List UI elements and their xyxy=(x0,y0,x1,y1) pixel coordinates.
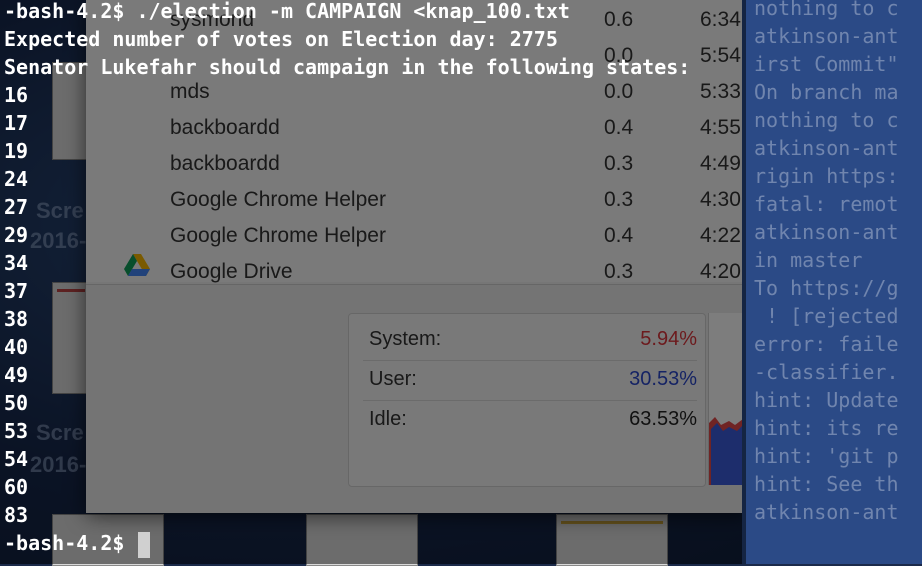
terminal-line: Expected number of votes on Election day… xyxy=(4,27,558,51)
terminal-line: -classifier. xyxy=(754,360,899,384)
terminal-line: 24 xyxy=(4,167,29,191)
terminal-line: 29 xyxy=(4,223,29,247)
terminal-line: atkinson-ant xyxy=(754,24,899,48)
terminal-line: -bash-4.2$ ./election -m CAMPAIGN <knap_… xyxy=(4,0,570,23)
terminal-line: 27 xyxy=(4,195,29,219)
window-divider xyxy=(742,0,746,564)
terminal-line: ! [rejected xyxy=(754,304,899,328)
terminal-window[interactable]: -bash-4.2$ ./election -m CAMPAIGN <knap_… xyxy=(0,0,742,564)
terminal-line: 40 xyxy=(4,335,29,359)
terminal-line: hint: its re xyxy=(754,416,899,440)
terminal-line: To https://g xyxy=(754,276,899,300)
terminal-line: hint: Update xyxy=(754,388,899,412)
terminal-line: atkinson-ant xyxy=(754,500,899,524)
terminal-line: 19 xyxy=(4,139,29,163)
terminal-line: nothing to c xyxy=(754,108,899,132)
terminal-line: atkinson-ant xyxy=(754,220,899,244)
terminal-line: 50 xyxy=(4,391,29,415)
terminal-prompt-line[interactable]: -bash-4.2$ xyxy=(4,529,151,558)
terminal-line: in master xyxy=(754,248,863,272)
terminal-line: rigin https: xyxy=(754,164,899,188)
terminal-line: On branch ma xyxy=(754,80,899,104)
terminal-line: error: faile xyxy=(754,332,899,356)
terminal-line: 38 xyxy=(4,307,29,331)
terminal-line: 83 xyxy=(4,503,29,527)
terminal-line: 53 xyxy=(4,419,29,443)
terminal-line: 49 xyxy=(4,363,29,387)
terminal-prompt: -bash-4.2$ xyxy=(4,531,137,555)
terminal-line: hint: 'git p xyxy=(754,444,899,468)
terminal-line: Senator Lukefahr should campaign in the … xyxy=(4,55,691,79)
secondary-terminal-window[interactable]: nothing to c atkinson-ant irst Commit" O… xyxy=(742,0,922,564)
terminal-line: irst Commit" xyxy=(754,52,899,76)
terminal-line: 34 xyxy=(4,251,29,275)
terminal-line: nothing to c xyxy=(754,0,899,20)
terminal-line: 16 xyxy=(4,83,29,107)
terminal-line: 60 xyxy=(4,475,29,499)
terminal-line: atkinson-ant xyxy=(754,136,899,160)
text-cursor xyxy=(138,531,151,558)
terminal-line: fatal: remot xyxy=(754,192,899,216)
terminal-line: 54 xyxy=(4,447,29,471)
terminal-line: hint: See th xyxy=(754,472,899,496)
terminal-line: 17 xyxy=(4,111,29,135)
terminal-line: 37 xyxy=(4,279,29,303)
